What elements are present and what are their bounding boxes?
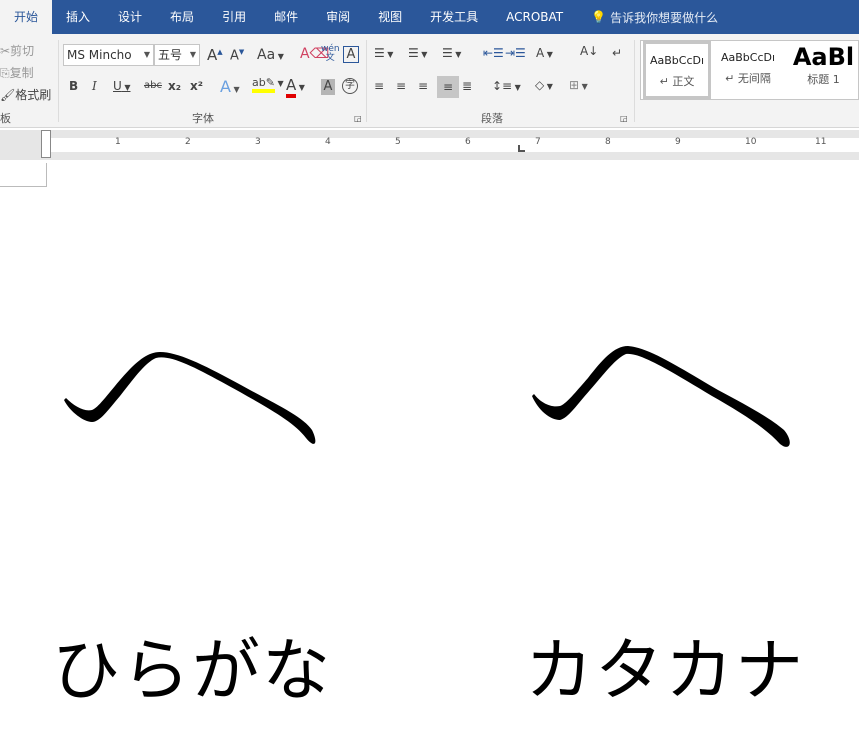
styles-gallery: AaBbCcDı ↵ 正文 AaBbCcDı ↵ 无间隔 AaBl 标题 1 <box>640 40 859 100</box>
font-group-label: 字体 <box>192 112 214 125</box>
tab-design[interactable]: 设计 <box>104 0 156 34</box>
style-heading-1[interactable]: AaBl 标题 1 <box>787 41 859 99</box>
character-border-button[interactable]: A <box>343 46 359 63</box>
shrink-font-button[interactable]: A▼ <box>230 48 244 63</box>
paragraph-group-label: 段落 <box>481 112 503 125</box>
phonetic-guide-button[interactable]: wén 文 <box>321 45 340 63</box>
tab-layout[interactable]: 布局 <box>156 0 208 34</box>
bullets-button[interactable]: ☰ ▼ <box>374 46 393 60</box>
subscript-button[interactable]: x₂ <box>168 79 181 93</box>
font-size-combo[interactable]: 五号 ▼ <box>154 44 200 66</box>
ruler-number: 7 <box>535 137 541 147</box>
katakana-text: カタカナ <box>525 632 806 711</box>
lightbulb-icon: 💡 <box>591 10 607 24</box>
borders-button[interactable]: ⊞ ▼ <box>569 78 588 92</box>
ruler-number: 2 <box>185 137 191 147</box>
align-left-button[interactable]: ≡ <box>374 79 384 93</box>
ruler-number: 8 <box>605 137 611 147</box>
character-shading-button[interactable]: A <box>321 79 335 95</box>
tab-insert[interactable]: 插入 <box>52 0 104 34</box>
katakana-he-glyph: ヘ <box>532 346 790 447</box>
ruler-number: 4 <box>325 137 331 147</box>
font-color-button[interactable]: A ▼ <box>286 76 305 98</box>
font-dialog-launcher[interactable]: ◲ <box>354 114 362 123</box>
ruler-number: 10 <box>745 137 757 147</box>
line-spacing-button[interactable]: ↕≡ ▼ <box>492 79 521 93</box>
sort-button[interactable]: A↓ <box>580 44 598 58</box>
large-he-glyphs: へ ヘ <box>64 346 790 447</box>
align-right-button[interactable]: ≡ <box>418 79 428 93</box>
grow-font-button[interactable]: A▲ <box>207 46 223 64</box>
italic-button[interactable]: I <box>92 79 97 93</box>
increase-indent-button[interactable]: ⇥☰ <box>505 46 526 60</box>
ruler-number: 3 <box>255 137 261 147</box>
asian-layout-button[interactable]: A ▼ <box>536 46 553 60</box>
tell-me-search[interactable]: 💡 告诉我你想要做什么 <box>577 9 718 26</box>
align-center-button[interactable]: ≡ <box>396 79 406 93</box>
ruler-number: 11 <box>815 137 827 147</box>
numbering-button[interactable]: ☰ ▼ <box>408 46 427 60</box>
copy-button[interactable]: ⎘复制 <box>0 64 34 81</box>
indent-marker[interactable] <box>41 130 51 158</box>
tab-home[interactable]: 开始 <box>0 0 53 34</box>
hiragana-text: ひらがな <box>52 632 333 711</box>
tab-acrobat[interactable]: ACROBAT <box>492 0 577 34</box>
ruler-number: 5 <box>395 137 401 147</box>
ruler-number: 6 <box>465 137 471 147</box>
tab-stop-marker[interactable] <box>518 145 525 152</box>
underline-button[interactable]: U ▼ <box>113 79 131 93</box>
enclose-characters-button[interactable]: 字 <box>342 78 358 94</box>
superscript-button[interactable]: x² <box>190 79 203 93</box>
ribbon: ✂剪切 ⎘复制 🖌格式刷 板 MS Mincho ▼ 五号 ▼ A▲ A▼ Aa ▼… <box>0 34 859 128</box>
ruler-number: 1 <box>115 137 121 147</box>
paragraph-dialog-launcher[interactable]: ◲ <box>620 114 628 123</box>
tab-mailings[interactable]: 邮件 <box>260 0 312 34</box>
shading-button[interactable]: ◇ ▼ <box>535 78 553 92</box>
horizontal-ruler[interactable]: 1 2 3 4 5 6 7 8 9 10 11 <box>0 130 859 160</box>
cut-button[interactable]: ✂剪切 <box>0 42 34 59</box>
text-effects-button[interactable]: A ▼ <box>220 77 240 96</box>
hiragana-he-glyph: へ <box>64 352 316 444</box>
tab-view[interactable]: 视图 <box>364 0 416 34</box>
multilevel-list-button[interactable]: ☰ ▼ <box>442 46 461 60</box>
show-marks-button[interactable]: ↵ <box>612 46 622 60</box>
tab-references[interactable]: 引用 <box>208 0 260 34</box>
change-case-button[interactable]: Aa ▼ <box>257 47 284 63</box>
ribbon-tabs: 开始 插入 设计 布局 引用 邮件 审阅 视图 开发工具 ACROBAT 💡 告诉… <box>0 0 859 34</box>
distributed-button[interactable]: ≣ <box>462 79 472 93</box>
tab-developer[interactable]: 开发工具 <box>416 0 492 34</box>
style-no-spacing[interactable]: AaBbCcDı ↵ 无间隔 <box>713 41 783 99</box>
highlight-button[interactable]: ab✎ ▼ <box>252 76 284 93</box>
tab-review[interactable]: 审阅 <box>312 0 364 34</box>
justify-button[interactable]: ≡ <box>437 76 459 98</box>
strikethrough-button[interactable]: abc <box>144 80 162 91</box>
style-normal[interactable]: AaBbCcDı ↵ 正文 <box>643 41 711 99</box>
ruler-number: 9 <box>675 137 681 147</box>
document-page[interactable]: へ ヘ ひらがな カタカナ <box>0 160 859 749</box>
bold-button[interactable]: B <box>69 79 78 93</box>
tell-me-text: 告诉我你想要做什么 <box>610 10 719 25</box>
font-name-combo[interactable]: MS Mincho ▼ <box>63 44 154 66</box>
format-painter-button[interactable]: 🖌格式刷 <box>0 86 51 103</box>
clipboard-group-label: 板 <box>0 112 11 125</box>
decrease-indent-button[interactable]: ⇤☰ <box>483 46 504 60</box>
